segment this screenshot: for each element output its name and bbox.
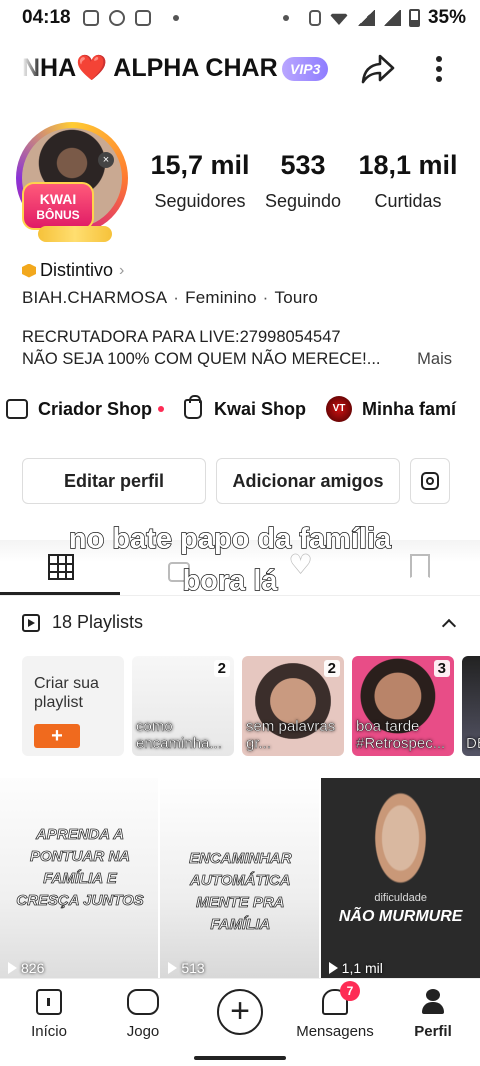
distintivo-link[interactable]: Distintivo › <box>22 260 124 281</box>
close-icon[interactable]: × <box>98 152 114 168</box>
kwai-bonus-badge[interactable]: KWAI BÔNUS <box>22 182 94 230</box>
vip-badge[interactable]: VIP3 <box>282 57 329 81</box>
username: BIAH.CHARMOSA <box>22 288 168 307</box>
person-icon <box>420 989 446 1015</box>
video-thumbnail[interactable]: APRENDA A PONTUAR NA FAMÍLIA E CRESÇA JU… <box>0 778 159 978</box>
profile-bio: RECRUTADORA PARA LIVE:27998054547 NÃO SE… <box>22 326 462 370</box>
video-thumbnail[interactable]: ENCAMINHAR AUTOMÁTICA MENTE PRA FAMÍLIA … <box>160 778 319 978</box>
video-caption-overlay: no bate papo da família bora lá <box>68 522 392 597</box>
nav-profile[interactable]: Perfil <box>388 989 478 1040</box>
stat-likes[interactable]: 18,1 mil Curtidas <box>356 150 460 212</box>
video-thumbnail[interactable]: dificuldade NÃO MURMURE 1,1 mil <box>320 778 480 978</box>
profile-actions: Editar perfil Adicionar amigos <box>22 458 450 504</box>
bio-line-1: RECRUTADORA PARA LIVE:27998054547 <box>22 328 341 346</box>
notification-icon <box>82 10 99 26</box>
create-post-button[interactable]: + <box>217 989 263 1035</box>
edit-profile-button[interactable]: Editar perfil <box>22 458 206 504</box>
nav-home[interactable]: Início <box>4 989 94 1040</box>
battery-icon <box>408 9 420 27</box>
instagram-icon <box>421 472 439 490</box>
coins-decoration <box>38 226 112 242</box>
playlists-row: Criar sua playlist + 2 como encaminha...… <box>22 656 480 760</box>
vibrate-icon <box>308 10 321 26</box>
avatar[interactable]: × KWAI BÔNUS <box>16 122 128 244</box>
view-count: 513 <box>168 960 204 976</box>
status-time: 04:18 <box>22 7 71 28</box>
more-options-icon[interactable] <box>428 52 450 86</box>
home-icon <box>36 989 62 1015</box>
more-notifications-icon <box>172 15 179 21</box>
video-grid: APRENDA A PONTUAR NA FAMÍLIA E CRESÇA JU… <box>0 778 480 978</box>
stat-following[interactable]: 533 Seguindo <box>250 150 356 212</box>
create-playlist-card[interactable]: Criar sua playlist + <box>22 656 124 756</box>
profile-stats: 15,7 mil Seguidores 533 Seguindo 18,1 mi… <box>150 150 460 212</box>
zodiac-sign: Touro <box>274 288 319 307</box>
playlist-icon <box>22 613 40 632</box>
playlist-card[interactable]: 3 boa tarde #Retrospec... <box>352 656 454 756</box>
dot-icon <box>282 15 289 21</box>
gesture-bar[interactable] <box>194 1056 286 1060</box>
messages-badge: 7 <box>340 981 360 1001</box>
shopping-bag-icon <box>184 395 203 419</box>
chevron-right-icon: › <box>119 261 125 279</box>
playlist-card[interactable]: 2 como encaminha... <box>132 656 234 756</box>
add-friends-button[interactable]: Adicionar amigos <box>216 458 400 504</box>
bio-line-2: NÃO SEJA 100% COM QUEM NÃO MERECE!... <box>22 350 381 368</box>
new-indicator <box>158 406 165 412</box>
profile-header: NHA❤️ ALPHA CHAR VIP3 <box>0 46 480 92</box>
whatsapp-icon <box>108 10 125 26</box>
share-icon[interactable] <box>360 52 396 86</box>
store-icon <box>6 399 28 419</box>
gender: Feminino <box>185 288 257 307</box>
status-bar: 04:18 35% <box>0 0 480 36</box>
family-icon: VT <box>326 396 353 422</box>
playlist-card[interactable]: DE AB <box>462 656 480 756</box>
nav-messages[interactable]: Mensagens <box>290 989 380 1040</box>
view-count: 1,1 mil <box>329 960 383 976</box>
shop-icon <box>134 10 151 26</box>
profile-display-name: NHA❤️ ALPHA CHAR <box>22 54 278 82</box>
instagram-button[interactable] <box>410 458 450 504</box>
create-playlist-button[interactable]: + <box>34 724 80 748</box>
view-count: 826 <box>8 960 44 976</box>
family-link[interactable]: VT Minha famí <box>326 396 456 422</box>
video-overlay-text: APRENDA A PONTUAR NA FAMÍLIA E CRESÇA JU… <box>16 826 144 910</box>
battery-level: 35% <box>427 7 466 28</box>
tab-saved-bookmark-icon[interactable] <box>410 554 430 578</box>
bio-more-link[interactable]: Mais <box>417 348 452 370</box>
stat-followers[interactable]: 15,7 mil Seguidores <box>150 150 250 212</box>
wifi-icon <box>328 13 349 25</box>
profile-meta: BIAH.CHARMOSA · Feminino · Touro <box>22 288 319 307</box>
bottom-navigation: Início Jogo + Mensagens 7 Perfil <box>0 978 480 1066</box>
video-overlay-text: ENCAMINHAR AUTOMÁTICA MENTE PRA FAMÍLIA <box>189 850 292 934</box>
signal-icon-2 <box>382 10 401 26</box>
playlists-header[interactable]: 18 Playlists <box>22 612 462 633</box>
shop-links: Criador Shop Kwai Shop VT Minha famí <box>0 394 480 424</box>
badge-icon <box>22 263 36 278</box>
video-overlay-text: NÃO MURMURE <box>338 908 463 925</box>
gamepad-icon <box>127 989 159 1015</box>
playlist-card[interactable]: 2 sem palavras gr... <box>242 656 344 756</box>
chevron-up-icon[interactable] <box>441 618 457 633</box>
nav-game[interactable]: Jogo <box>98 989 188 1040</box>
kwai-shop-link[interactable]: Kwai Shop <box>184 395 306 420</box>
signal-icon <box>356 10 375 26</box>
creator-shop-link[interactable]: Criador Shop <box>6 399 165 420</box>
